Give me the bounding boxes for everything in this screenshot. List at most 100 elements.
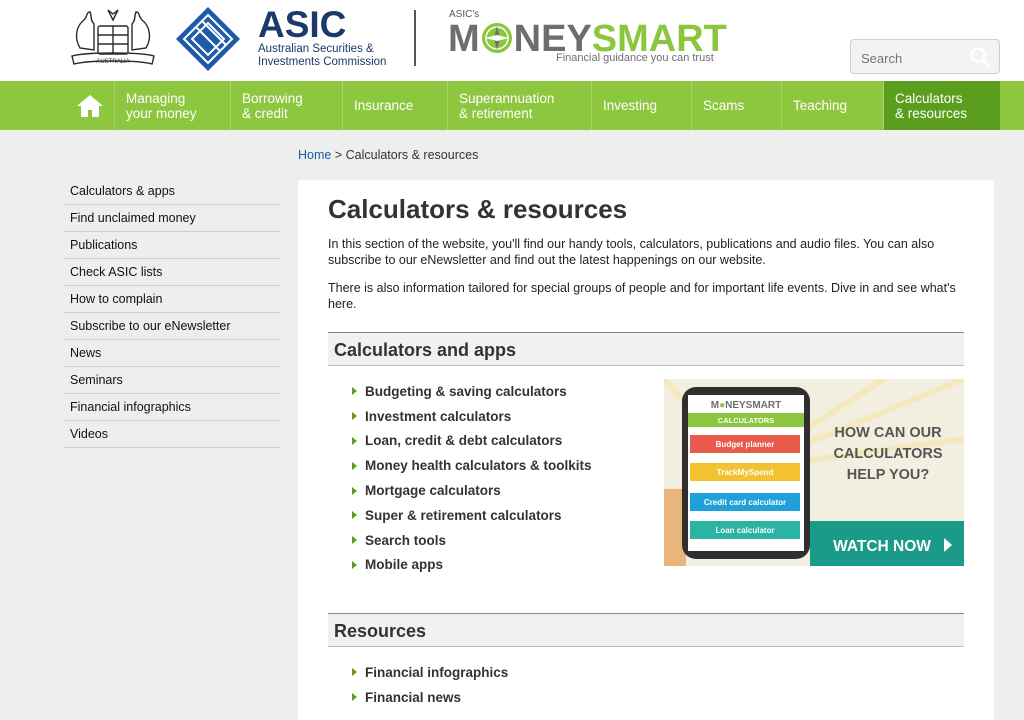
intro-paragraph: In this section of the website, you'll f… — [328, 237, 935, 267]
moneysmart-logo-m: M — [448, 18, 480, 60]
section-heading-calculators: Calculators and apps — [328, 332, 964, 366]
arrow-right-icon — [352, 511, 357, 520]
breadcrumb-separator: > — [334, 148, 343, 162]
nav-item-insurance[interactable]: Insurance — [343, 81, 448, 130]
main-nav: Managing your money Borrowing & credit Ins… — [0, 81, 1024, 130]
nav-item-calculators-resources[interactable]: Calculators & resources — [884, 81, 1000, 130]
sidebar-item-videos[interactable]: Videos — [64, 421, 280, 448]
main-content: Calculators & resources In this section … — [298, 180, 994, 720]
nav-label-line2: your money — [126, 105, 197, 121]
promo-question-line1: HOW CAN OUR — [834, 425, 942, 441]
arrow-right-icon — [352, 461, 357, 470]
sidebar-item-calculators-apps[interactable]: Calculators & apps — [64, 178, 280, 205]
link-label[interactable]: Super & retirement calculators — [365, 508, 562, 523]
sidebar-item-subscribe-enewsletter[interactable]: Subscribe to our eNewsletter — [64, 313, 280, 340]
nav-item-investing[interactable]: Investing — [592, 81, 692, 130]
intro-paragraph-2: There is also information tailored for s… — [328, 281, 956, 311]
list-item[interactable]: Financial infographics — [352, 660, 508, 685]
search-box[interactable] — [850, 39, 1000, 74]
resource-links-list: Financial infographics Financial news — [352, 660, 508, 710]
link-label[interactable]: Loan, credit & debt calculators — [365, 433, 562, 448]
arrow-right-icon — [352, 536, 357, 545]
sidebar: Calculators & apps Find unclaimed money … — [64, 178, 280, 448]
sidebar-item-publications[interactable]: Publications — [64, 232, 280, 259]
list-item[interactable]: Mortgage calculators — [352, 478, 592, 503]
nav-item-teaching[interactable]: Teaching — [782, 81, 884, 130]
nav-home[interactable] — [66, 81, 115, 130]
list-item[interactable]: Investment calculators — [352, 404, 592, 429]
list-item[interactable]: Financial news — [352, 685, 508, 710]
arrow-right-icon — [352, 412, 357, 421]
breadcrumb: Home > Calculators & resources — [298, 148, 478, 162]
promo-phone-header: CALCULATORS — [718, 416, 774, 425]
calculators-promo-banner[interactable]: M●NEYSMART CALCULATORS Budget planner Tr… — [664, 379, 964, 566]
nav-label-line2: & credit — [242, 105, 288, 121]
sidebar-item-how-to-complain[interactable]: How to complain — [64, 286, 280, 313]
arrow-right-icon — [352, 560, 357, 569]
search-input[interactable] — [859, 47, 963, 69]
nav-label-line2: & retirement — [459, 105, 533, 121]
sidebar-item-check-asic-lists[interactable]: Check ASIC lists — [64, 259, 280, 286]
nav-label-line1: Superannuation — [459, 90, 555, 106]
link-label[interactable]: Investment calculators — [365, 409, 511, 424]
home-icon — [77, 94, 103, 117]
compass-icon — [481, 23, 512, 53]
header-divider — [414, 10, 416, 66]
nav-label-line1: Managing — [126, 90, 186, 106]
breadcrumb-current: Calculators & resources — [345, 148, 479, 162]
link-label[interactable]: Financial infographics — [365, 665, 508, 680]
link-label[interactable]: Money health calculators & toolkits — [365, 458, 592, 473]
calculator-links-list: Budgeting & saving calculators Investmen… — [352, 379, 592, 577]
arrow-right-icon — [352, 668, 357, 677]
promo-button-trackmyspend: TrackMySpend — [717, 468, 774, 477]
list-item[interactable]: Search tools — [352, 528, 592, 553]
nav-item-scams[interactable]: Scams — [692, 81, 782, 130]
promo-question-line2: CALCULATORS — [833, 446, 942, 462]
coat-of-arms-icon[interactable]: AUSTRALIA — [66, 6, 160, 72]
search-icon[interactable] — [969, 46, 991, 68]
link-label[interactable]: Mortgage calculators — [365, 483, 501, 498]
nav-label-line2: & resources — [895, 105, 968, 121]
promo-button-budget-planner: Budget planner — [716, 440, 775, 449]
nav-item-borrowing-credit[interactable]: Borrowing & credit — [231, 81, 343, 130]
nav-item-superannuation-retirement[interactable]: Superannuation & retirement — [448, 81, 592, 130]
promo-phone-brand: M●NEYSMART — [711, 400, 782, 411]
moneysmart-tagline: Financial guidance you can trust — [556, 52, 714, 64]
arrow-right-icon — [352, 436, 357, 445]
sidebar-item-seminars[interactable]: Seminars — [64, 367, 280, 394]
list-item[interactable]: Loan, credit & debt calculators — [352, 429, 592, 454]
list-item[interactable]: Money health calculators & toolkits — [352, 453, 592, 478]
nav-label-line1: Teaching — [793, 98, 848, 113]
sidebar-item-financial-infographics[interactable]: Financial infographics — [64, 394, 280, 421]
arrow-right-icon — [352, 486, 357, 495]
arrow-right-icon — [352, 387, 357, 396]
arrow-right-icon — [352, 693, 357, 702]
section-heading-resources: Resources — [328, 613, 964, 647]
asic-diamond-icon[interactable] — [175, 6, 241, 72]
asic-title[interactable]: ASIC — [258, 4, 346, 46]
sidebar-item-find-unclaimed-money[interactable]: Find unclaimed money — [64, 205, 280, 232]
nav-item-managing-your-money[interactable]: Managing your money — [115, 81, 231, 130]
nav-label-line1: Calculators — [895, 90, 963, 106]
sidebar-item-news[interactable]: News — [64, 340, 280, 367]
nav-label-line1: Investing — [603, 98, 658, 113]
page-title: Calculators & resources — [328, 194, 628, 224]
site-header: AUSTRALIA ASIC Australian Securities & I… — [0, 0, 1024, 81]
crest-text: AUSTRALIA — [96, 59, 129, 65]
list-item[interactable]: Mobile apps — [352, 553, 592, 578]
nav-label-line1: Scams — [703, 98, 745, 113]
breadcrumb-home-link[interactable]: Home — [298, 148, 331, 162]
nav-label-line1: Borrowing — [242, 90, 303, 106]
list-item[interactable]: Budgeting & saving calculators — [352, 379, 592, 404]
link-label[interactable]: Search tools — [365, 533, 446, 548]
nav-label-line1: Insurance — [354, 98, 414, 113]
promo-button-credit-card: Credit card calculator — [704, 498, 786, 507]
link-label[interactable]: Mobile apps — [365, 557, 443, 572]
asic-subtitle: Australian Securities & Investments Comm… — [258, 43, 387, 68]
list-item[interactable]: Super & retirement calculators — [352, 503, 592, 528]
promo-watch-now: WATCH NOW — [833, 538, 931, 555]
link-label[interactable]: Financial news — [365, 690, 461, 705]
link-label[interactable]: Budgeting & saving calculators — [365, 384, 567, 399]
promo-button-loan: Loan calculator — [715, 526, 774, 535]
promo-question-line3: HELP YOU? — [847, 467, 930, 483]
